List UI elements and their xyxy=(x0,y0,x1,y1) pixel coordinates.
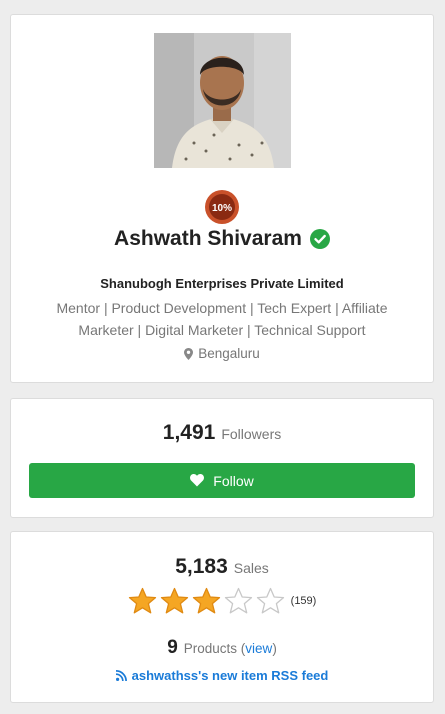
rating-count: (159) xyxy=(290,595,317,607)
star-filled-icon xyxy=(128,587,156,614)
location-text: Bengaluru xyxy=(198,346,260,361)
rss-feed-link[interactable]: ashwathss's new item RSS feed xyxy=(11,668,433,683)
sales-stat: 5,183 Sales xyxy=(11,555,433,579)
heart-icon xyxy=(190,474,205,487)
products-label-suffix: ) xyxy=(272,641,277,656)
products-stat: 9 Products (view) xyxy=(11,637,433,659)
products-view-link[interactable]: view xyxy=(245,641,272,656)
star-filled-icon xyxy=(160,587,188,614)
profile-name: Ashwath Shivaram xyxy=(114,227,302,250)
star-empty-icon xyxy=(224,587,252,614)
map-pin-icon xyxy=(184,347,194,360)
sales-card: 5,183 Sales (159) 9 Products (view) ashw… xyxy=(10,531,434,703)
location: Bengaluru xyxy=(11,346,433,361)
sales-label: Sales xyxy=(233,560,269,576)
rss-link-text: ashwathss's new item RSS feed xyxy=(131,668,329,683)
rating-stars: (159) xyxy=(11,587,433,615)
followers-card: 1,491 Followers Follow xyxy=(10,398,434,518)
avatar xyxy=(154,33,291,168)
profile-card: 10% Ashwath Shivaram Shanubogh Enterpris… xyxy=(10,14,434,383)
rss-icon xyxy=(115,670,127,681)
products-count: 9 xyxy=(167,637,178,658)
products-label: Products ( xyxy=(183,641,246,656)
verified-check-icon xyxy=(309,229,330,249)
star-filled-icon xyxy=(192,587,220,614)
profile-tagline: Mentor | Product Development | Tech Expe… xyxy=(56,300,388,338)
follow-button[interactable]: Follow xyxy=(29,463,415,498)
name-row: Ashwath Shivaram xyxy=(11,227,433,251)
discount-badge-icon: 10% xyxy=(204,189,240,225)
follow-button-label: Follow xyxy=(213,472,254,489)
star-empty-icon xyxy=(256,587,284,614)
badge-text: 10% xyxy=(212,203,232,214)
followers-stat: 1,491 Followers xyxy=(11,421,433,445)
sales-count: 5,183 xyxy=(175,555,228,578)
followers-label: Followers xyxy=(221,426,282,442)
followers-count: 1,491 xyxy=(162,421,216,444)
company-name: Shanubogh Enterprises Private Limited xyxy=(100,276,344,291)
